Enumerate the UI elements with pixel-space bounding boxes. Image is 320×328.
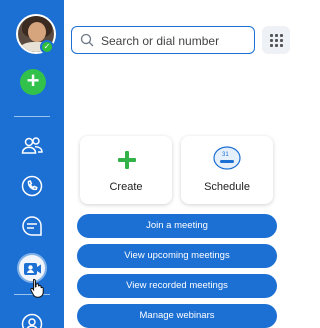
dialpad-icon — [275, 34, 278, 37]
sidebar: ✓ + — [0, 0, 64, 328]
search-placeholder: Search or dial number — [101, 34, 220, 48]
phone-icon[interactable] — [20, 174, 44, 198]
contact-center-icon[interactable] — [20, 312, 44, 328]
dialpad-icon — [275, 39, 278, 42]
calendar-icon: 31 — [213, 146, 241, 170]
calendar-day: 31 — [222, 152, 229, 158]
plus-icon — [118, 151, 136, 169]
schedule-label: Schedule — [204, 181, 250, 193]
create-label: Create — [109, 181, 143, 193]
join-meeting-button[interactable]: Join a meeting — [77, 214, 277, 238]
view-upcoming-meetings-button[interactable]: View upcoming meetings — [77, 244, 277, 268]
messages-icon[interactable] — [20, 214, 44, 238]
hand-cursor-icon — [30, 278, 44, 298]
new-action-button[interactable]: + — [20, 69, 46, 95]
dialpad-icon — [275, 44, 278, 47]
dialpad-button[interactable] — [262, 26, 290, 54]
schedule-meeting-card[interactable]: 31 Schedule — [181, 136, 273, 204]
dialpad-icon — [270, 39, 273, 42]
dialpad-icon — [280, 39, 283, 42]
avatar-face — [28, 22, 46, 42]
presence-available-icon: ✓ — [40, 40, 54, 54]
search-input[interactable]: Search or dial number — [71, 26, 255, 54]
contacts-icon[interactable] — [20, 134, 44, 158]
manage-webinars-button[interactable]: Manage webinars — [77, 304, 277, 328]
sidebar-divider — [14, 116, 50, 117]
create-meeting-card[interactable]: Create — [80, 136, 172, 204]
dialpad-icon — [270, 34, 273, 37]
view-recorded-meetings-button[interactable]: View recorded meetings — [77, 274, 277, 298]
dialpad-icon — [280, 34, 283, 37]
dialpad-icon — [270, 44, 273, 47]
search-icon — [80, 33, 94, 47]
dialpad-icon — [280, 44, 283, 47]
